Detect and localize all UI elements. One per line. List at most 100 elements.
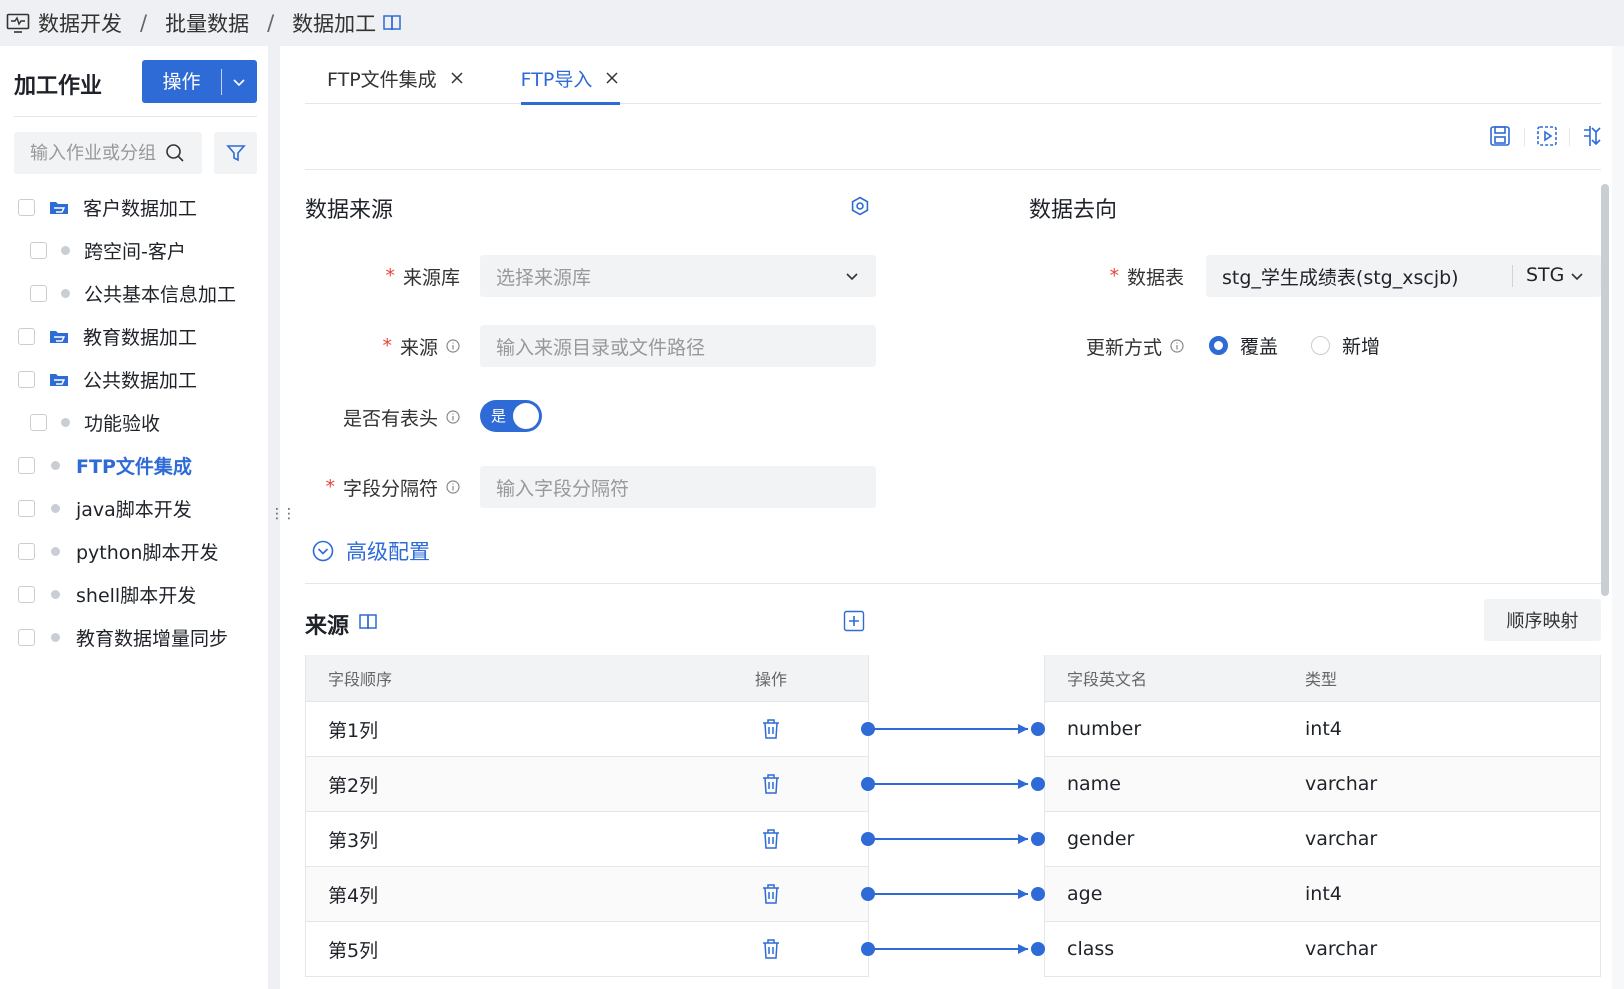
tree-checkbox[interactable]	[30, 285, 47, 302]
info-icon[interactable]	[446, 410, 460, 424]
tree-item-public-basic-info[interactable]: 公共基本信息加工	[0, 272, 268, 315]
breadcrumb: 数据开发 / 批量数据 / 数据加工	[0, 0, 1624, 46]
operation-button-label: 操作	[142, 68, 222, 95]
save-icon[interactable]	[1488, 124, 1512, 148]
breadcrumb-item-data-dev[interactable]: 数据开发	[38, 8, 122, 38]
chevron-down-icon	[1571, 273, 1583, 281]
target-table-select[interactable]: stg_学生成绩表(stg_xscjb) STG	[1206, 255, 1601, 297]
tree-item-customer-processing[interactable]: 客户数据加工	[0, 186, 268, 229]
job-dot-icon	[61, 289, 70, 298]
tree-item-cross-space-customer[interactable]: 跨空间-客户	[0, 229, 268, 272]
tree-item-shell-script[interactable]: shell脚本开发	[0, 573, 268, 616]
sidebar: 加工作业 操作 客户数据加工 跨空间-客户 公共基本信息加工	[0, 46, 268, 989]
tree-item-acceptance[interactable]: 功能验收	[0, 401, 268, 444]
tree-item-ftp-integration[interactable]: FTP文件集成	[0, 444, 268, 487]
breadcrumb-item-data-processing: 数据加工	[292, 12, 377, 36]
radio-overwrite[interactable]: 覆盖	[1209, 332, 1278, 359]
mapping-line[interactable]	[861, 777, 1045, 791]
book-icon[interactable]	[382, 13, 402, 33]
tab-ftp-integration[interactable]: FTP文件集成	[327, 52, 465, 104]
sequential-mapping-button[interactable]: 顺序映射	[1484, 599, 1601, 641]
tree-checkbox[interactable]	[30, 242, 47, 259]
chevron-circle-down-icon	[312, 540, 334, 562]
trash-icon[interactable]	[761, 718, 781, 740]
tree-item-education-incremental[interactable]: 教育数据增量同步	[0, 616, 268, 659]
field-type-cell: int4	[1305, 718, 1342, 740]
tree-checkbox[interactable]	[18, 371, 35, 388]
table-header: 字段英文名 类型	[1045, 655, 1600, 701]
book-icon[interactable]	[358, 612, 378, 632]
folder-icon	[50, 331, 68, 343]
source-path-input[interactable]: 输入来源目录或文件路径	[480, 325, 876, 367]
tree-item-python-script[interactable]: python脚本开发	[0, 530, 268, 573]
tree-checkbox[interactable]	[18, 543, 35, 560]
tree-checkbox[interactable]	[18, 199, 35, 216]
close-icon[interactable]	[449, 70, 465, 86]
delimiter-placeholder: 输入字段分隔符	[496, 477, 630, 500]
filter-button[interactable]	[214, 132, 257, 174]
table-row: class varchar	[1045, 921, 1600, 976]
search-icon[interactable]	[165, 143, 185, 163]
info-icon[interactable]	[446, 339, 460, 353]
radio-button[interactable]	[1209, 336, 1228, 355]
has-header-label: 是否有表头	[305, 403, 460, 431]
mapping-line[interactable]	[861, 832, 1045, 846]
tab-ftp-import[interactable]: FTP导入	[520, 52, 621, 105]
radio-append[interactable]: 新增	[1311, 332, 1380, 359]
close-icon[interactable]	[604, 70, 620, 86]
info-icon[interactable]	[1170, 339, 1184, 353]
filter-icon	[225, 145, 246, 162]
tree-item-label: 客户数据加工	[83, 198, 198, 220]
operation-dropdown-button[interactable]: 操作	[142, 60, 257, 103]
column-header: 操作	[755, 670, 788, 689]
settings-icon[interactable]	[850, 196, 870, 216]
tree-checkbox[interactable]	[30, 414, 47, 431]
tree-item-public-processing[interactable]: 公共数据加工	[0, 358, 268, 401]
trash-icon[interactable]	[761, 938, 781, 960]
job-dot-icon	[51, 547, 60, 556]
tree-item-label: 功能验收	[84, 413, 161, 435]
breadcrumb-item-batch-data[interactable]: 批量数据	[165, 8, 249, 38]
mapping-line[interactable]	[861, 722, 1045, 736]
delimiter-input[interactable]: 输入字段分隔符	[480, 466, 876, 508]
job-search-input[interactable]	[30, 142, 165, 164]
tree-checkbox[interactable]	[18, 586, 35, 603]
radio-button[interactable]	[1311, 336, 1331, 355]
tree-checkbox[interactable]	[18, 629, 35, 646]
target-table-label: * 数据表	[1109, 265, 1184, 289]
job-dot-icon	[51, 504, 60, 513]
table-row: name varchar	[1045, 756, 1600, 811]
info-icon[interactable]	[446, 480, 460, 494]
field-name-cell: number	[1067, 718, 1142, 740]
tree-item-java-script[interactable]: java脚本开发	[0, 487, 268, 530]
table-row: gender varchar	[1045, 811, 1600, 866]
has-header-toggle[interactable]: 是	[480, 400, 542, 432]
mapping-line[interactable]	[861, 942, 1045, 956]
trash-icon[interactable]	[761, 773, 781, 795]
tree-item-education-processing[interactable]: 教育数据加工	[0, 315, 268, 358]
drag-handle-icon[interactable]: ⋮⋮	[270, 506, 296, 522]
chevron-down-icon[interactable]	[222, 74, 256, 90]
field-type-cell: varchar	[1305, 773, 1378, 795]
job-search-box[interactable]	[14, 132, 202, 174]
vertical-scrollbar[interactable]	[1601, 184, 1609, 596]
source-db-select[interactable]: 选择来源库	[480, 255, 876, 297]
delimiter-label: * 字段分隔符	[305, 473, 460, 501]
table-row: 第5列	[306, 921, 868, 976]
tree-checkbox[interactable]	[18, 500, 35, 517]
tree-checkbox[interactable]	[18, 328, 35, 345]
advanced-config-toggle[interactable]: 高级配置	[312, 536, 430, 566]
monitor-icon	[6, 13, 30, 33]
add-icon[interactable]	[843, 610, 865, 632]
mapping-line[interactable]	[861, 887, 1045, 901]
job-dot-icon	[51, 633, 60, 642]
toggle-label: 是	[491, 407, 507, 425]
structure-icon[interactable]	[1580, 124, 1604, 148]
sidebar-title: 加工作业	[14, 74, 103, 99]
run-icon[interactable]	[1535, 124, 1559, 148]
trash-icon[interactable]	[761, 883, 781, 905]
tree-item-label: shell脚本开发	[76, 585, 197, 607]
tree-checkbox[interactable]	[18, 457, 35, 474]
sidebar-resize-handle[interactable]: ⋮⋮	[268, 46, 296, 989]
trash-icon[interactable]	[761, 828, 781, 850]
